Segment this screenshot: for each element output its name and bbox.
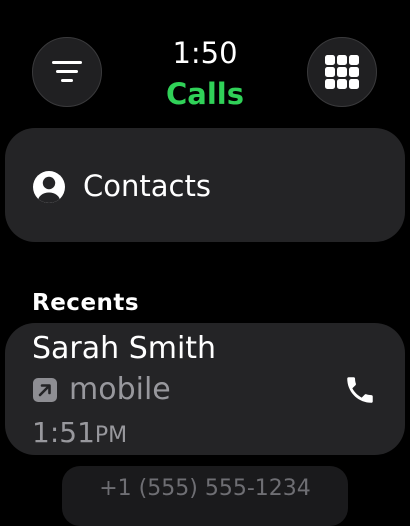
recent-call-number: +1 (555) 555-1234	[99, 476, 311, 501]
person-circle-icon	[33, 171, 65, 203]
recent-call-type: mobile	[69, 372, 171, 407]
contacts-label: Contacts	[83, 169, 211, 203]
recent-call-time-value: 1:51	[32, 416, 95, 449]
recent-call-ampm: PM	[94, 423, 128, 448]
outgoing-arrow-icon	[33, 378, 57, 402]
keypad-button[interactable]	[307, 37, 377, 107]
recents-section-title: Recents	[32, 290, 140, 316]
recent-call-name: Sarah Smith	[32, 331, 217, 366]
phone-icon[interactable]	[343, 373, 377, 407]
recent-call-time: 1:51PM	[32, 414, 127, 455]
keypad-grid-icon	[325, 55, 359, 89]
